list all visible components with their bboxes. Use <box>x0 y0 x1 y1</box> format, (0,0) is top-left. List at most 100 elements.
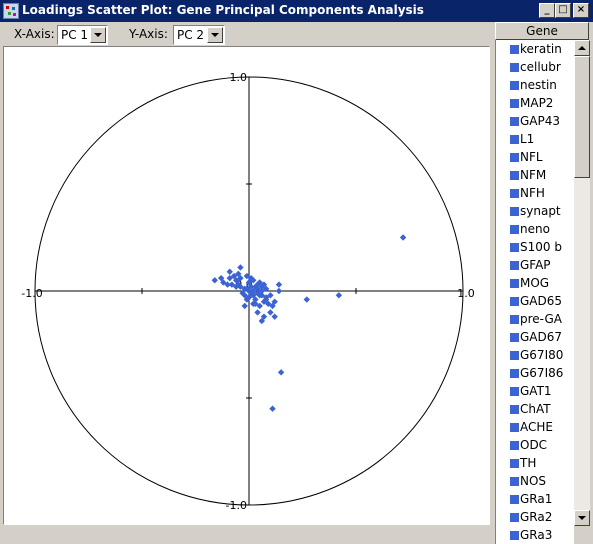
gene-label: GAD67 <box>520 330 563 344</box>
y-tick-label: 1.0 <box>230 71 248 84</box>
legend-swatch <box>510 243 519 252</box>
list-item[interactable]: GFAP <box>496 256 574 274</box>
legend-swatch <box>510 315 519 324</box>
list-item[interactable]: S100 b <box>496 238 574 256</box>
data-point <box>237 264 244 271</box>
list-item[interactable]: nestin <box>496 76 574 94</box>
data-point <box>211 277 218 284</box>
legend-header[interactable]: Gene <box>495 22 589 40</box>
gene-label: GAP43 <box>520 114 561 128</box>
gene-label: ChAT <box>520 402 551 416</box>
legend-swatch <box>510 171 519 180</box>
gene-label: keratin <box>520 42 562 56</box>
x-axis-select[interactable]: PC 1 <box>57 25 108 45</box>
gene-label: ODC <box>520 438 548 452</box>
list-item[interactable]: keratin <box>496 40 574 58</box>
title-bar[interactable]: Loadings Scatter Plot: Gene Principal Co… <box>0 0 593 22</box>
window-title: Loadings Scatter Plot: Gene Principal Co… <box>22 3 424 17</box>
data-point <box>335 292 343 299</box>
axis-toolbar: X-Axis: PC 1 Y-Axis: PC 2 <box>0 22 491 46</box>
data-point <box>275 281 283 288</box>
list-item[interactable]: neno <box>496 220 574 238</box>
list-item[interactable]: GRa1 <box>496 490 574 508</box>
list-item[interactable]: ODC <box>496 436 574 454</box>
scroll-up-button[interactable] <box>574 40 590 56</box>
list-item[interactable]: NFM <box>496 166 574 184</box>
y-axis-value: PC 2 <box>177 28 205 42</box>
data-point <box>226 268 233 275</box>
app-icon <box>3 3 19 19</box>
minimize-button[interactable]: _ <box>539 3 555 18</box>
plot-area[interactable]: -1.0 0.0 1.0 1.0 -1.0 <box>3 46 490 525</box>
gene-label: G67I80 <box>520 348 564 362</box>
gene-label: synapt <box>520 204 561 218</box>
gene-label: cellubr <box>520 60 561 74</box>
list-item[interactable]: GAD67 <box>496 328 574 346</box>
legend-scrollbar[interactable] <box>574 40 590 526</box>
list-item[interactable]: TH <box>496 454 574 472</box>
list-item[interactable]: L1 <box>496 130 574 148</box>
list-item[interactable]: ACHE <box>496 418 574 436</box>
data-point <box>271 313 278 320</box>
gene-list[interactable]: keratin cellubr nestin MAP2 GAP43 L1 NFL NFM NFH… <box>495 40 574 544</box>
legend-swatch <box>510 441 519 450</box>
gene-label: TH <box>520 456 537 470</box>
scrollbar-thumb[interactable] <box>574 56 590 178</box>
list-item[interactable]: pre-GA <box>496 310 574 328</box>
gene-label: G67I86 <box>520 366 564 380</box>
x-tick-label: -1.0 <box>21 287 42 300</box>
list-item[interactable]: GRa2 <box>496 508 574 526</box>
chevron-down-icon[interactable] <box>207 27 223 43</box>
list-item[interactable]: ChAT <box>496 400 574 418</box>
legend-swatch <box>510 63 519 72</box>
data-point <box>241 302 248 310</box>
close-button[interactable]: × <box>573 3 589 18</box>
list-item[interactable]: MOG <box>496 274 574 292</box>
data-point <box>254 309 261 316</box>
gene-label: NFL <box>520 150 543 164</box>
gene-label: ACHE <box>520 420 553 434</box>
gene-label: MOG <box>520 276 550 290</box>
y-tick-label: -1.0 <box>226 499 247 512</box>
gene-label: GRa2 <box>520 510 553 524</box>
x-axis-value: PC 1 <box>61 28 89 42</box>
list-item[interactable]: GAT1 <box>496 382 574 400</box>
legend-swatch <box>510 387 519 396</box>
data-point <box>399 234 407 241</box>
list-item[interactable]: G67I80 <box>496 346 574 364</box>
gene-label: L1 <box>520 132 535 146</box>
y-axis-select[interactable]: PC 2 <box>173 25 225 45</box>
legend-swatch <box>510 99 519 108</box>
legend-swatch <box>510 153 519 162</box>
gene-label: nestin <box>520 78 557 92</box>
x-axis-label: X-Axis: <box>14 27 55 41</box>
loadings-scatter-chart: -1.00.01.01.0-1.0 <box>21 71 474 512</box>
gene-label: NFM <box>520 168 547 182</box>
list-item[interactable]: NOS <box>496 472 574 490</box>
gene-label: NOS <box>520 474 547 488</box>
maximize-button[interactable]: □ <box>555 3 571 18</box>
gene-label: neno <box>520 222 550 236</box>
list-item[interactable]: GAP43 <box>496 112 574 130</box>
list-item[interactable]: synapt <box>496 202 574 220</box>
list-item[interactable]: MAP2 <box>496 94 574 112</box>
list-item[interactable]: GAD65 <box>496 292 574 310</box>
legend-swatch <box>510 513 519 522</box>
list-item[interactable]: G67I86 <box>496 364 574 382</box>
legend-swatch <box>510 531 519 540</box>
legend-swatch <box>510 45 519 54</box>
data-point <box>303 296 310 303</box>
list-item[interactable]: NFH <box>496 184 574 202</box>
gene-label: S100 b <box>520 240 562 254</box>
list-item[interactable]: NFL <box>496 148 574 166</box>
gene-label: GAD65 <box>520 294 563 308</box>
list-item[interactable]: cellubr <box>496 58 574 76</box>
scroll-down-button[interactable] <box>574 510 590 526</box>
chevron-down-icon[interactable] <box>90 27 106 43</box>
y-axis-label: Y-Axis: <box>129 27 168 41</box>
legend-swatch <box>510 261 519 270</box>
legend-swatch <box>510 207 519 216</box>
gene-label: GRa1 <box>520 492 553 506</box>
legend-swatch <box>510 423 519 432</box>
gene-label: GAT1 <box>520 384 552 398</box>
